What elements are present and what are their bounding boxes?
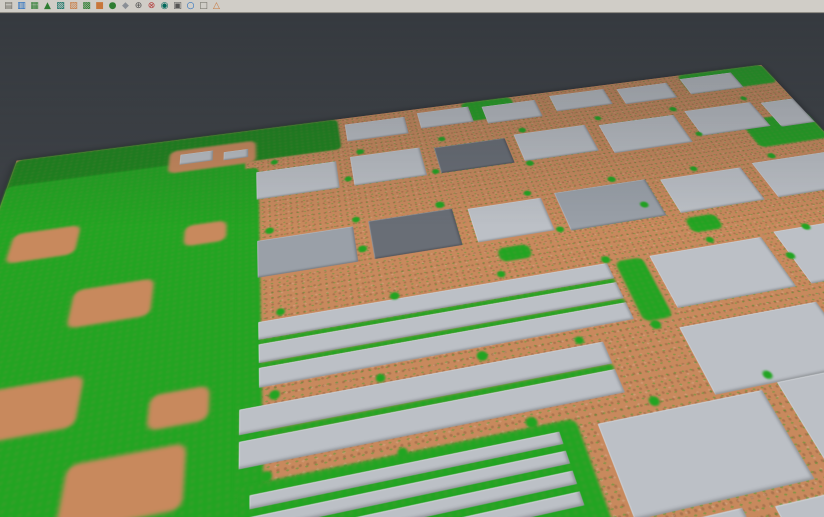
tree [555,226,565,233]
tree [649,319,663,330]
tree [594,116,603,121]
building [649,237,796,308]
tree [265,227,274,235]
tree [269,389,280,400]
terrain-icon[interactable]: ▲ [42,1,53,12]
building [616,83,677,104]
tree [668,107,678,112]
building [345,117,409,142]
screenshot-icon[interactable]: □ [198,1,209,12]
toolbar: ▤▥▦▲▧▨▩■●◆⊕⊗◉▣○□△ [0,0,824,13]
ground-class-icon[interactable]: ■ [94,1,105,12]
tree [496,270,506,278]
building [434,138,515,173]
tree [523,190,532,196]
application-window: ▤▥▦▲▧▨▩■●◆⊕⊗◉▣○□△ [0,0,824,517]
tree [276,308,285,317]
building [598,390,815,517]
view-3d-icon[interactable]: ◉ [159,1,170,12]
building [417,107,474,129]
tree [739,96,748,101]
texture-icon[interactable]: ▨ [68,1,79,12]
tree [431,169,439,175]
building [660,167,765,213]
profile-icon[interactable]: ⊗ [146,1,157,12]
tree [704,236,715,243]
tree [352,216,361,223]
building [549,89,613,111]
building-class-icon[interactable]: ◆ [120,1,131,12]
building [257,226,358,277]
building [468,198,555,243]
tree [600,256,612,264]
tree [606,176,617,183]
tree [766,153,777,159]
point-cloud-map [0,65,824,517]
save-icon[interactable]: ▥ [16,1,27,12]
zoom-extents-icon[interactable]: ▣ [172,1,183,12]
tree [573,336,585,345]
vegetation-patch [684,214,724,233]
vegetation-patch [497,244,533,262]
orbit-icon[interactable]: ○ [185,1,196,12]
tree [476,350,489,361]
viewport-3d[interactable] [0,14,824,517]
building [368,209,462,260]
vegetation-class-icon[interactable]: ● [107,1,118,12]
mesh-icon[interactable]: ▧ [55,1,66,12]
tree [271,159,278,165]
tree [438,136,446,141]
classification-icon[interactable]: ▩ [81,1,92,12]
tree [435,201,446,209]
tree [358,245,368,253]
tree [647,395,661,407]
building [554,179,667,230]
measure-icon[interactable]: ⊕ [133,1,144,12]
tree [525,160,535,166]
building [256,161,339,199]
point-cloud-icon[interactable]: ▦ [29,1,40,12]
tree [344,176,352,182]
settings-icon[interactable]: △ [211,1,222,12]
open-project-icon[interactable]: ▤ [3,1,14,12]
tree [356,149,365,155]
tree [689,166,699,172]
building [599,115,693,153]
building [752,151,824,197]
